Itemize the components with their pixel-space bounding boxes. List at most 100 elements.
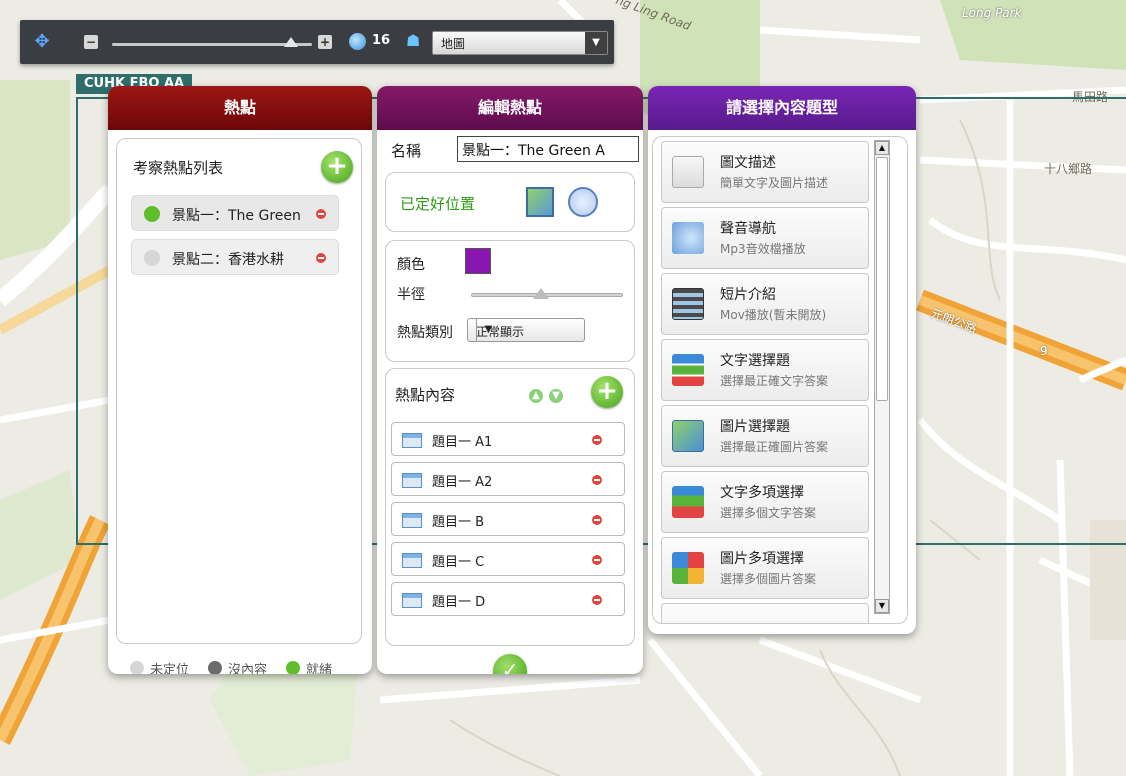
question-item[interactable]: 題目一 A1 <box>391 422 625 456</box>
type-item-text-description[interactable]: 圖文描述 簡單文字及圖片描述 <box>661 141 869 203</box>
hotspot-item[interactable]: 景點二：香港水耕 <box>131 239 339 275</box>
move-down-icon[interactable]: ▼ <box>549 389 563 403</box>
delete-question-icon[interactable] <box>592 475 602 485</box>
location-status: 已定好位置 <box>400 195 476 213</box>
color-label: 顏色 <box>397 257 425 273</box>
move-up-icon[interactable]: ▲ <box>529 389 543 403</box>
question-item[interactable]: 題目一 A2 <box>391 462 625 496</box>
chevron-down-icon: ▼ <box>585 32 607 54</box>
add-hotspot-button[interactable]: + <box>321 151 353 183</box>
map-type-value: 地圖 <box>441 37 466 51</box>
zoom-in-button[interactable]: + <box>318 35 332 49</box>
pan-icon[interactable]: ✥ <box>32 32 52 52</box>
radius-slider-thumb[interactable] <box>533 288 549 299</box>
hotspot-item[interactable]: 景點一：The Green A <box>131 195 339 231</box>
delete-hotspot-icon[interactable] <box>316 209 326 219</box>
type-item-partial[interactable] <box>661 603 869 623</box>
type-title: 圖片選擇題 <box>720 419 790 435</box>
delete-question-icon[interactable] <box>592 515 602 525</box>
question-label: 題目一 D <box>432 595 486 610</box>
question-item[interactable]: 題目一 C <box>391 542 625 576</box>
ready-legend-icon <box>286 661 300 674</box>
no-content-legend-icon <box>208 661 222 674</box>
delete-hotspot-icon[interactable] <box>316 253 326 263</box>
question-item[interactable]: 題目一 B <box>391 502 625 536</box>
type-title: 圖片多項選擇 <box>720 551 804 567</box>
map-toolbar: ✥ − + 16 ☗ 地圖 ▼ <box>20 20 614 64</box>
question-label: 題目一 A1 <box>432 435 493 450</box>
film-icon <box>672 288 704 320</box>
image-multiple-icon <box>672 552 704 584</box>
add-content-button[interactable]: + <box>591 376 623 408</box>
edit-panel-title: 編輯熱點 <box>377 86 643 130</box>
type-title: 圖文描述 <box>720 155 776 171</box>
color-picker[interactable] <box>465 248 491 274</box>
type-subtitle: 選擇最正確文字答案 <box>720 374 829 388</box>
question-icon <box>402 473 422 488</box>
question-label: 題目一 A2 <box>432 475 493 490</box>
type-item-text-choice[interactable]: 文字選擇題 選擇最正確文字答案 <box>661 339 869 401</box>
question-icon <box>402 433 422 448</box>
legend-no-content: 沒內容 <box>228 663 268 674</box>
hotspots-panel: 熱點 考察熱點列表 + 景點一：The Green A 景點二：香港水耕 未定位… <box>108 86 372 674</box>
type-item-text-multiple[interactable]: 文字多項選擇 選擇多個文字答案 <box>661 471 869 533</box>
legend-ready: 就緒 <box>306 663 333 674</box>
zoom-level: 16 <box>372 33 391 48</box>
question-label: 題目一 B <box>432 515 485 530</box>
location-box: 已定好位置 <box>385 172 635 232</box>
map-type-select[interactable]: 地圖 ▼ <box>432 31 608 55</box>
category-label: 熱點類別 <box>397 325 453 341</box>
text-multiple-icon <box>672 486 704 518</box>
scroll-down-icon[interactable]: ▼ <box>875 599 889 613</box>
type-subtitle: Mov播放(暫未開放) <box>720 308 827 322</box>
question-item[interactable]: 題目一 D <box>391 582 625 616</box>
type-subtitle: Mp3音效檔播放 <box>720 242 806 256</box>
layers-icon[interactable]: ☗ <box>406 32 426 50</box>
type-subtitle: 選擇最正確圖片答案 <box>720 440 829 454</box>
name-field[interactable]: 景點一：The Green A <box>457 136 639 162</box>
delete-question-icon[interactable] <box>592 595 602 605</box>
hotspot-list-title: 考察熱點列表 <box>133 159 224 177</box>
type-subtitle: 選擇多個文字答案 <box>720 506 817 520</box>
type-title: 文字多項選擇 <box>720 485 804 501</box>
question-label: 題目一 C <box>432 555 485 570</box>
delete-question-icon[interactable] <box>592 435 602 445</box>
image-choice-icon <box>672 420 704 452</box>
question-icon <box>402 593 422 608</box>
magnifier-icon[interactable] <box>349 33 366 50</box>
edit-hotspot-panel: 編輯熱點 名稱 景點一：The Green A 已定好位置 顏色 半徑 熱點類別… <box>377 86 643 674</box>
type-subtitle: 選擇多個圖片答案 <box>720 572 817 586</box>
type-title: 文字選擇題 <box>720 353 790 369</box>
type-item-image-choice[interactable]: 圖片選擇題 選擇最正確圖片答案 <box>661 405 869 467</box>
type-title: 短片介紹 <box>720 287 776 303</box>
type-title: 聲音導航 <box>720 221 776 237</box>
document-icon <box>672 156 704 188</box>
type-item-image-multiple[interactable]: 圖片多項選擇 選擇多個圖片答案 <box>661 537 869 599</box>
scroll-up-icon[interactable]: ▲ <box>875 141 889 155</box>
question-icon <box>402 553 422 568</box>
zoom-slider-thumb[interactable] <box>284 37 298 47</box>
map-label-long-park: Long Park <box>962 6 1022 20</box>
question-icon <box>402 513 422 528</box>
text-choice-icon <box>672 354 704 386</box>
content-types-panel: 請選擇內容題型 圖文描述 簡單文字及圖片描述 聲音導航 Mp3音效檔播放 短片介… <box>648 86 916 634</box>
radius-label: 半徑 <box>397 287 425 303</box>
legend-unlocated: 未定位 <box>150 663 190 674</box>
type-item-video[interactable]: 短片介紹 Mov播放(暫未開放) <box>661 273 869 335</box>
hotspot-item-label: 景點一：The Green A <box>172 208 304 224</box>
scroll-thumb[interactable] <box>876 157 888 401</box>
delete-question-icon[interactable] <box>592 555 602 565</box>
zoom-slider-track[interactable] <box>112 43 312 46</box>
types-list-box: 圖文描述 簡單文字及圖片描述 聲音導航 Mp3音效檔播放 短片介紹 Mov播放(… <box>652 136 908 624</box>
zoom-out-button[interactable]: − <box>84 35 98 49</box>
map-locate-icon[interactable] <box>526 187 554 217</box>
unlocated-legend-icon <box>130 661 144 674</box>
chevron-down-icon: ▼ <box>476 319 500 341</box>
types-scrollbar[interactable]: ▲ ▼ <box>874 140 890 614</box>
confirm-button[interactable]: ✓ <box>493 654 527 674</box>
category-select[interactable]: 正常顯示 ▼ <box>467 318 585 342</box>
type-subtitle: 簡單文字及圖片描述 <box>720 176 829 190</box>
type-item-audio-guide[interactable]: 聲音導航 Mp3音效檔播放 <box>661 207 869 269</box>
crosshair-icon[interactable] <box>568 187 598 217</box>
status-dot-icon <box>144 206 160 222</box>
